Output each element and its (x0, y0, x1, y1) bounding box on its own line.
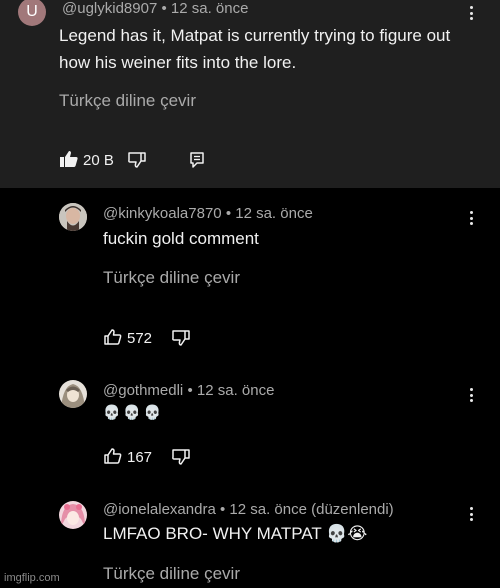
comment-meta: @gothmedli • 12 sa. önce (103, 382, 274, 399)
meta-separator: • (161, 0, 171, 17)
meta-separator: • (219, 501, 230, 518)
more-options-icon[interactable] (466, 505, 476, 523)
comment-text: LMFAO BRO- WHY MATPAT 💀😭 (103, 524, 368, 543)
avatar-letter: U (26, 3, 38, 20)
like-count: 572 (127, 330, 153, 347)
top-comment: U @uglykid8907 • 12 sa. önce Legend has … (0, 0, 500, 188)
comment-author[interactable]: @ionelalexandra (103, 501, 216, 518)
comment-time[interactable]: 12 sa. önce (235, 205, 313, 222)
like-count: 167 (127, 449, 153, 466)
thumbs-down-icon[interactable] (172, 330, 190, 346)
comment-time[interactable]: 12 sa. önce (düzenlendi) (229, 501, 393, 518)
translate-link[interactable]: Türkçe diline çevir (103, 268, 240, 288)
comment-author[interactable]: @gothmedli (103, 382, 183, 399)
avatar[interactable] (59, 380, 87, 408)
comment-text: Legend has it, Matpat is currently tryin… (59, 26, 451, 72)
comment-meta: @ionelalexandra • 12 sa. önce (düzenlend… (103, 501, 394, 518)
comment-meta: @uglykid8907 • 12 sa. önce (62, 0, 248, 17)
thumbs-up-icon[interactable] (60, 151, 78, 167)
more-options-icon[interactable] (466, 4, 476, 22)
avatar[interactable] (59, 203, 87, 231)
thumbs-down-icon[interactable] (128, 152, 146, 168)
avatar[interactable] (59, 501, 87, 529)
comment-time[interactable]: 12 sa. önce (197, 382, 275, 399)
more-options-icon[interactable] (466, 386, 476, 404)
watermark: imgflip.com (4, 572, 60, 584)
more-options-icon[interactable] (466, 209, 476, 227)
thumbs-up-icon[interactable] (104, 448, 122, 464)
meta-separator: • (187, 382, 197, 399)
translate-link[interactable]: Türkçe diline çevir (59, 91, 196, 111)
thumbs-down-icon[interactable] (172, 449, 190, 465)
like-count: 20 B (83, 152, 114, 169)
comment-text: fuckin gold comment (103, 229, 259, 248)
comment-meta: @kinkykoala7870 • 12 sa. önce (103, 205, 313, 222)
translate-link[interactable]: Türkçe diline çevir (103, 564, 240, 584)
reply-comment-icon[interactable] (189, 152, 205, 168)
comment-author[interactable]: @kinkykoala7870 (103, 205, 222, 222)
comment-text: 💀💀💀 (103, 405, 165, 421)
comment-author[interactable]: @uglykid8907 (62, 0, 157, 17)
avatar[interactable]: U (18, 0, 46, 26)
thumbs-up-icon[interactable] (104, 329, 122, 345)
meta-separator: • (225, 205, 236, 222)
comment-time[interactable]: 12 sa. önce (171, 0, 249, 17)
